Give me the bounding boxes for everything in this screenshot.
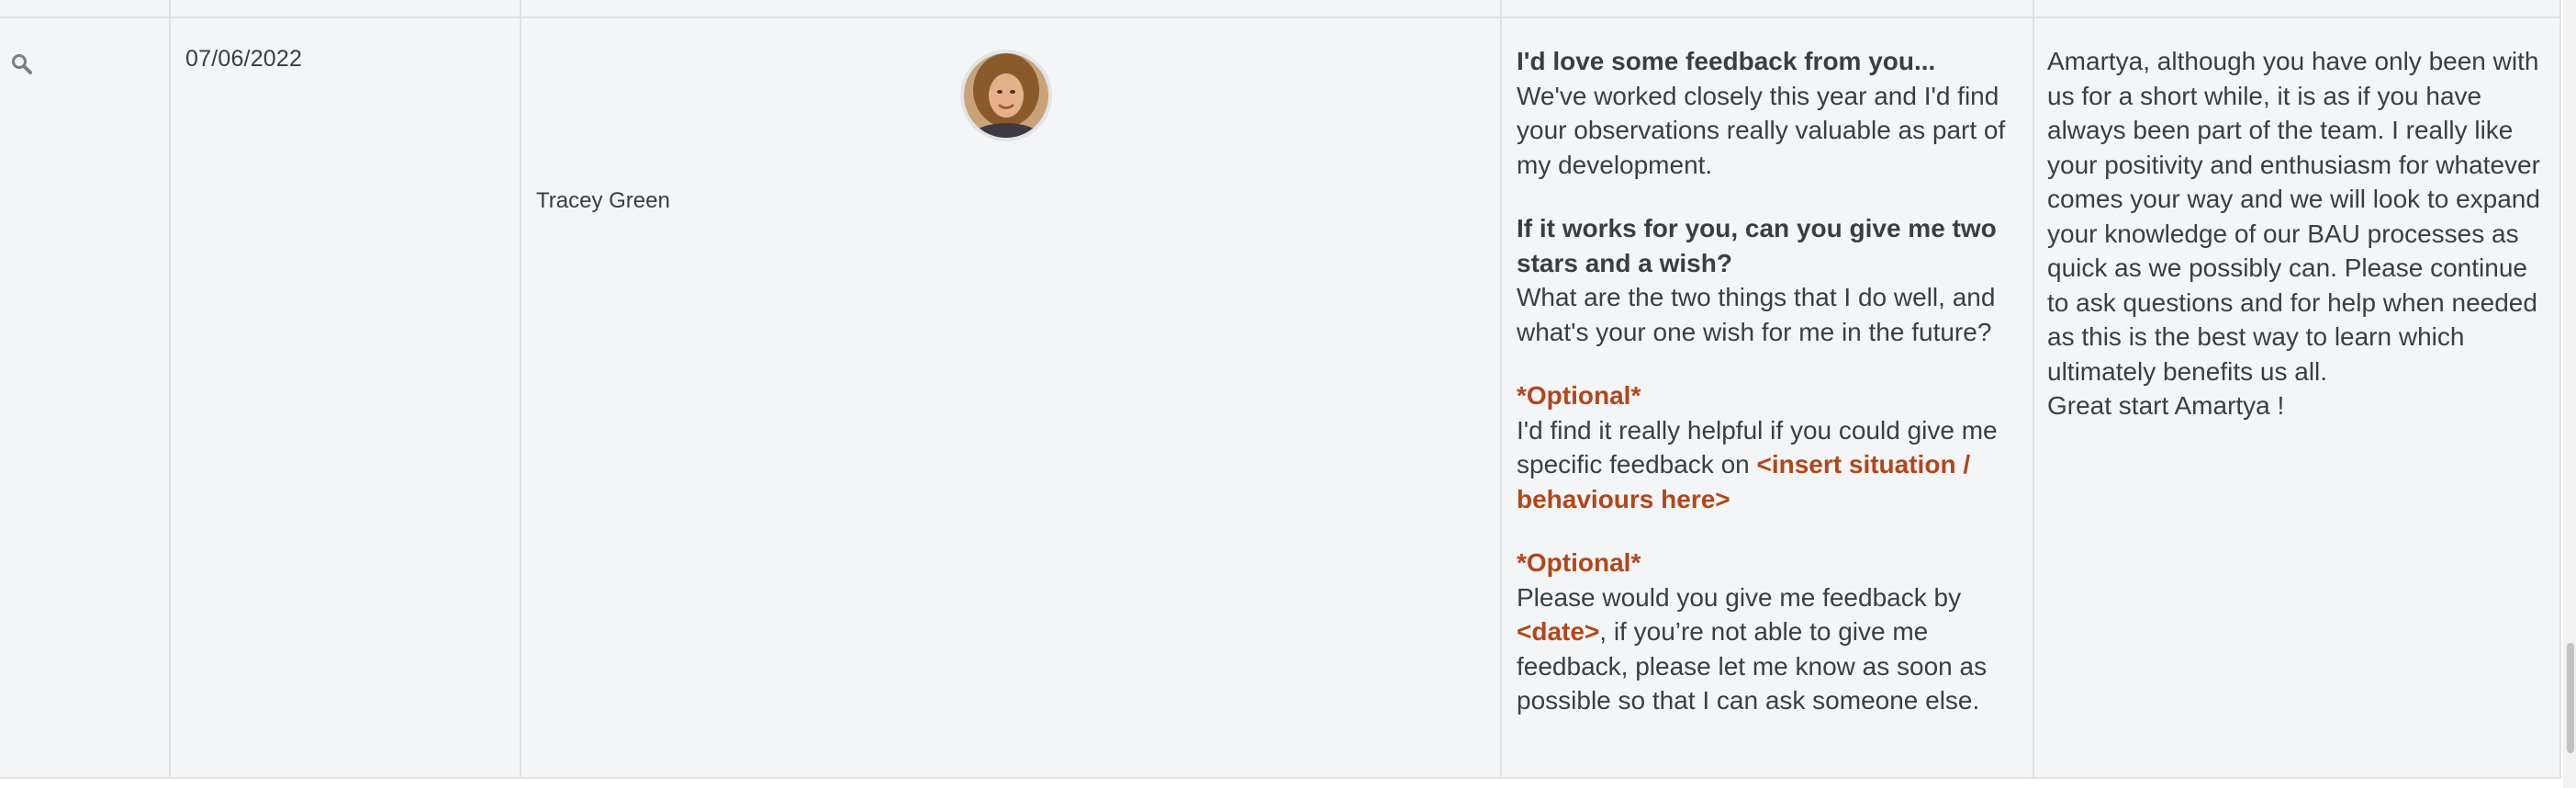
column-divider [2559,0,2561,779]
response-body: Amartya, although you have only been wit… [2047,47,2540,386]
magnifier-icon[interactable] [9,51,37,79]
date-placeholder: <date> [1517,617,1600,646]
feedback-response-text: Amartya, although you have only been wit… [2047,44,2554,423]
request-heading: If it works for you, can you give me two… [1517,214,1997,277]
request-paragraph: What are the two things that I do well, … [1517,283,1996,346]
request-paragraph: Please would you give me feedback by [1517,582,1962,612]
feedback-table-viewport: 07/06/2022 Tracey Green I'd love some fe… [0,0,2576,788]
optional-label: *Optional* [1517,548,1641,577]
optional-label: *Optional* [1517,381,1641,410]
column-divider [520,0,521,779]
column-divider [1500,0,1502,779]
person-name[interactable]: Tracey Green [536,188,670,214]
feedback-request-text: I'd love some feedback from you... We've… [1517,44,2012,748]
vertical-scrollbar-thumb[interactable] [2567,643,2574,753]
request-paragraph: We've worked closely this year and I'd f… [1517,81,2006,179]
column-divider [169,0,171,779]
row-divider [0,17,2561,18]
column-divider [2033,0,2034,779]
bottom-spacer [0,779,2561,788]
response-closing: Great start Amartya ! [2047,391,2285,420]
avatar[interactable] [960,50,1052,141]
date-cell: 07/06/2022 [185,46,303,72]
request-heading: I'd love some feedback from you... [1517,47,1936,75]
